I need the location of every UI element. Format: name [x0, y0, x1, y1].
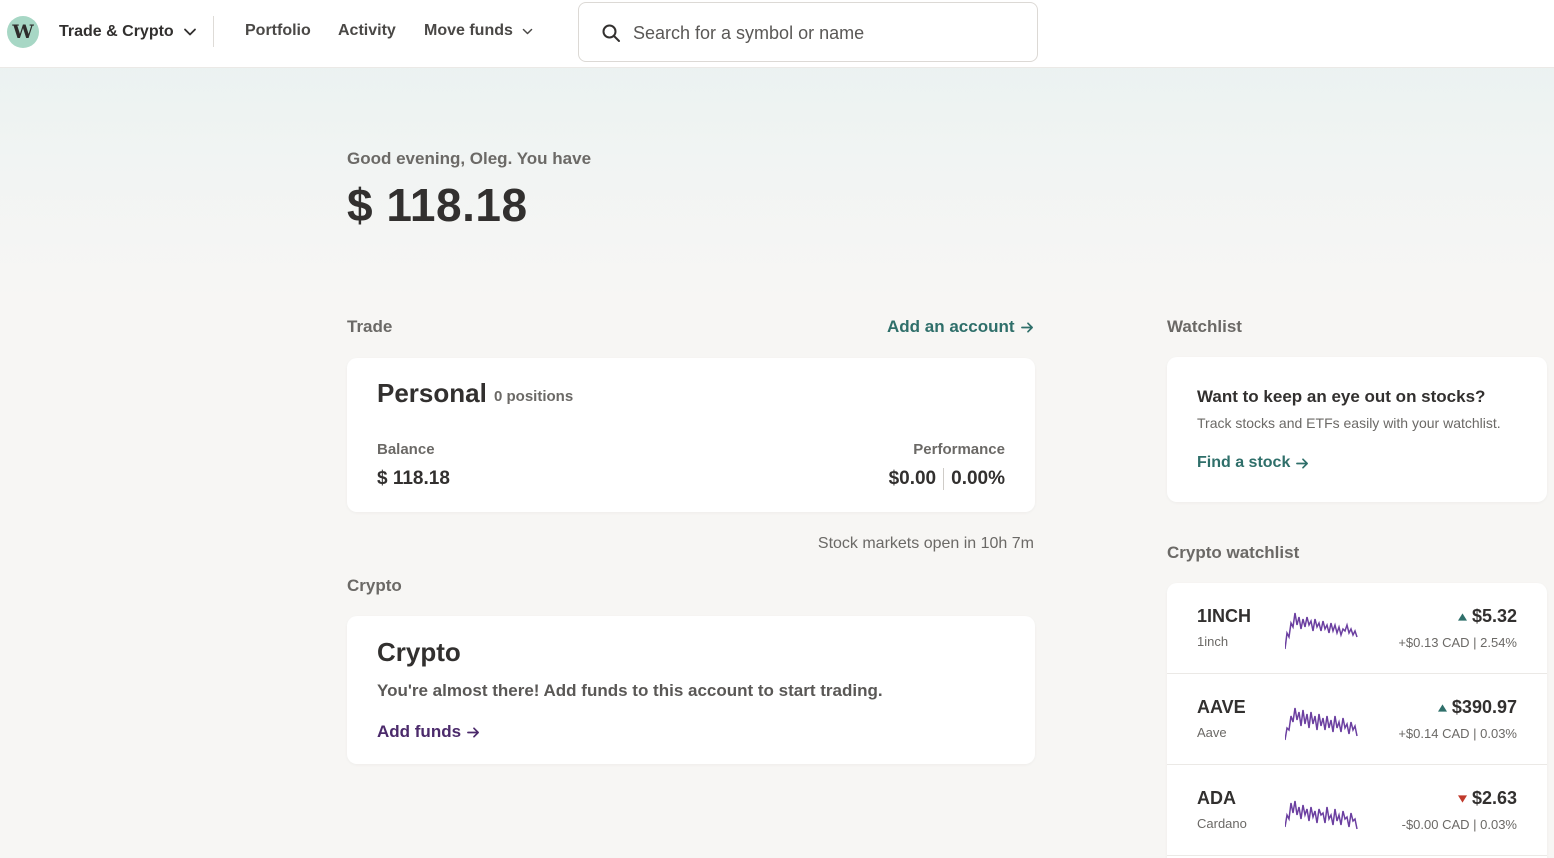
crypto-watchlist: 1INCH 1inch $5.32 +$0.13 CAD | 2.54% AAV… — [1167, 583, 1547, 858]
crypto-watchlist-row[interactable]: AAVE Aave $390.97 +$0.14 CAD | 0.03% — [1167, 674, 1547, 765]
nav-activity[interactable]: Activity — [338, 22, 396, 40]
chevron-down-icon — [183, 28, 196, 36]
crypto-price-value: $2.63 — [1471, 788, 1517, 808]
performance-label: Performance — [913, 441, 1005, 458]
crypto-watchlist-row[interactable]: ADA Cardano $2.63 -$0.00 CAD | 0.03% — [1167, 765, 1547, 856]
crypto-price: $2.63 — [1457, 788, 1517, 809]
crypto-watchlist-row[interactable]: 1INCH 1inch $5.32 +$0.13 CAD | 2.54% — [1167, 583, 1547, 674]
total-balance: $ 118.18 — [347, 179, 528, 231]
search-icon — [602, 24, 620, 42]
crypto-account-card: Crypto You're almost there! Add funds to… — [347, 616, 1035, 764]
watchlist-empty-title: Want to keep an eye out on stocks? — [1197, 387, 1486, 406]
crypto-price-value: $390.97 — [1451, 697, 1517, 717]
crypto-change: +$0.13 CAD | 2.54% — [1398, 635, 1517, 650]
greeting-text: Good evening, Oleg. You have — [347, 149, 592, 168]
add-funds-label: Add funds — [377, 722, 462, 741]
crypto-heading: Crypto — [347, 576, 402, 595]
crypto-price-value: $5.32 — [1471, 606, 1517, 626]
nav-portfolio-label: Portfolio — [245, 22, 311, 39]
account-switcher-label: Trade & Crypto — [59, 23, 174, 40]
crypto-symbol: ADA — [1197, 788, 1236, 808]
crypto-price: $5.32 — [1457, 606, 1517, 627]
up-arrow-icon — [1457, 612, 1467, 621]
nav-activity-label: Activity — [338, 22, 396, 39]
performance-percent: 0.00% — [951, 468, 1005, 489]
nav-move-funds-label: Move funds — [424, 22, 513, 39]
crypto-price: $390.97 — [1437, 697, 1517, 718]
crypto-symbol: 1INCH — [1197, 606, 1252, 626]
search-input[interactable] — [633, 17, 1023, 49]
performance-amount: $0.00 — [888, 468, 937, 489]
balance-label: Balance — [377, 441, 435, 458]
sparkline-chart — [1285, 800, 1358, 830]
chevron-down-icon — [522, 28, 533, 34]
crypto-watchlist-heading: Crypto watchlist — [1167, 543, 1300, 562]
performance-divider — [943, 468, 945, 490]
crypto-change: -$0.00 CAD | 0.03% — [1401, 817, 1517, 832]
nav-portfolio[interactable]: Portfolio — [245, 22, 311, 40]
arrow-right-icon — [1296, 457, 1309, 469]
arrow-right-icon — [467, 726, 480, 738]
crypto-name: Aave — [1197, 725, 1227, 740]
up-arrow-icon — [1437, 703, 1447, 712]
sparkline-chart — [1285, 612, 1358, 650]
watchlist-empty-subtitle: Track stocks and ETFs easily with your w… — [1197, 415, 1501, 431]
nav-move-funds[interactable]: Move funds — [424, 22, 534, 40]
down-arrow-icon — [1457, 794, 1467, 803]
crypto-name: 1inch — [1197, 634, 1229, 649]
sparkline-chart — [1285, 707, 1358, 741]
account-name: Personal — [377, 378, 487, 408]
find-stock-label: Find a stock — [1197, 454, 1291, 471]
market-status: Stock markets open in 10h 7m — [817, 535, 1034, 552]
crypto-card-title: Crypto — [377, 637, 461, 667]
trade-heading: Trade — [347, 317, 393, 336]
top-nav: W Trade & Crypto Portfolio Activity Move… — [0, 0, 1554, 68]
performance-values: $0.00 0.00% — [889, 468, 1005, 490]
nav-divider — [213, 16, 214, 47]
wealthsimple-logo[interactable]: W — [7, 16, 39, 48]
find-stock-link[interactable]: Find a stock — [1197, 454, 1309, 472]
crypto-change: +$0.14 CAD | 0.03% — [1398, 726, 1517, 741]
add-funds-link[interactable]: Add funds — [377, 722, 480, 742]
search-box[interactable] — [578, 2, 1038, 62]
balance-value: $ 118.18 — [377, 468, 450, 489]
add-account-link[interactable]: Add an account — [887, 317, 1034, 337]
crypto-message: You're almost there! Add funds to this a… — [377, 681, 883, 700]
personal-account-card[interactable]: Personal 0 positions Balance $ 118.18 Pe… — [347, 358, 1035, 512]
arrow-right-icon — [1020, 321, 1033, 333]
crypto-symbol: AAVE — [1197, 697, 1246, 717]
watchlist-card: Want to keep an eye out on stocks? Track… — [1167, 357, 1547, 502]
add-account-label: Add an account — [887, 317, 1015, 336]
account-switcher[interactable]: Trade & Crypto — [59, 21, 198, 43]
positions-count: 0 positions — [494, 388, 574, 405]
crypto-name: Cardano — [1197, 816, 1247, 831]
watchlist-heading: Watchlist — [1167, 317, 1242, 336]
